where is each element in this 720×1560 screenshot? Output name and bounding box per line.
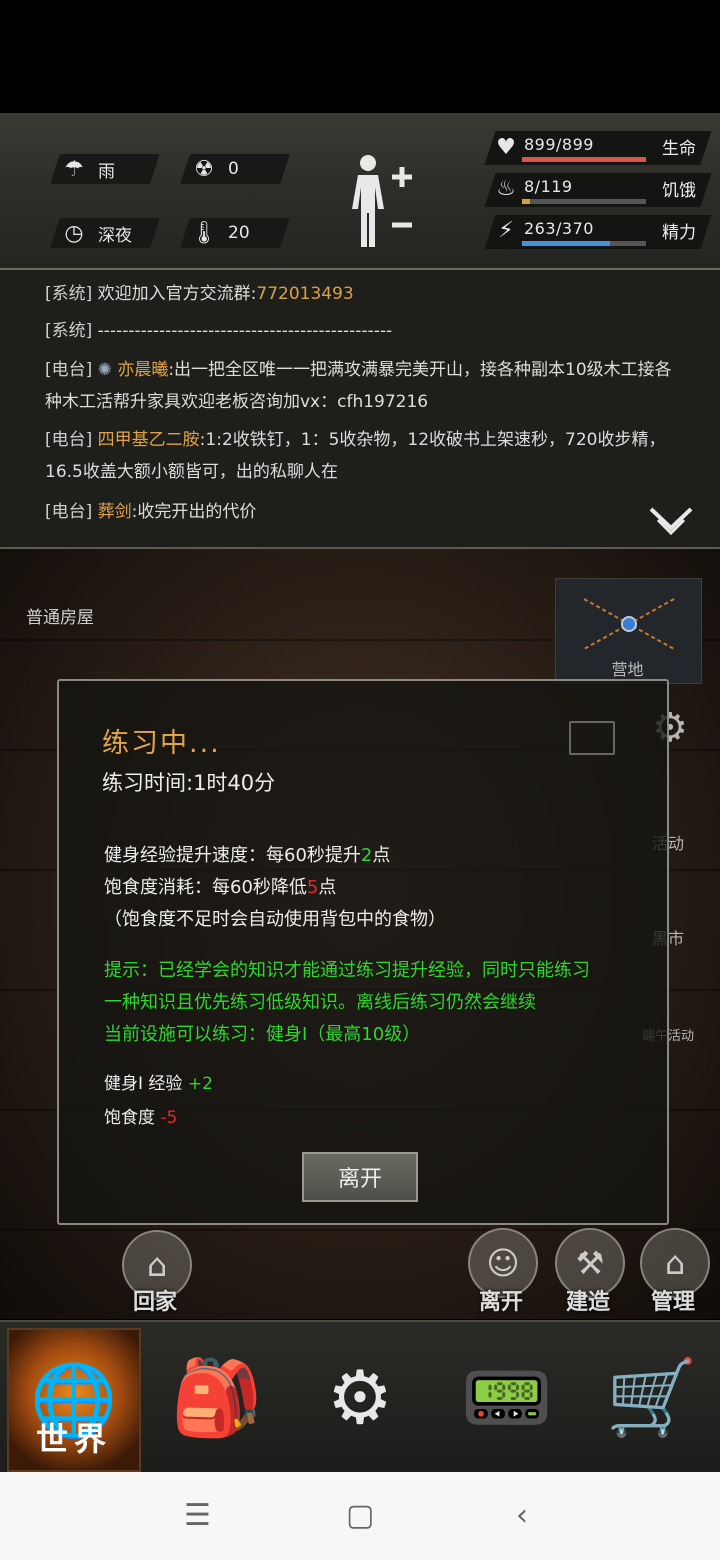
practice-dialog: 练习中... 练习时间:1时40分 健身经验提升速度：每60秒提升2点 饱食度消… <box>57 679 669 1225</box>
bottom-nav: 🌐 世界 🎒 ⚙ 📟 🛒 <box>0 1320 720 1474</box>
chat-message: [电台] 四甲基乙二胺:1:2收铁钉，1：5收杂物，12收破书上架速秒，720收… <box>45 430 666 482</box>
body-figure-icon <box>352 155 412 247</box>
health-value: 899/899 <box>524 135 594 154</box>
food-loss: 饱食度 -5 <box>104 1108 178 1128</box>
hint-line-3: 当前设施可以练习：健身Ⅰ（最高10级） <box>104 1024 421 1045</box>
home-square-icon[interactable]: ▢ <box>346 1498 374 1533</box>
health-bar <box>522 157 646 162</box>
expand-chat-button[interactable] <box>648 506 694 540</box>
stomach-icon: ♨ <box>496 176 516 201</box>
body-status-button[interactable] <box>348 151 416 251</box>
chat-message: [系统] -----------------------------------… <box>45 321 393 341</box>
energy-value: 263/370 <box>524 219 594 238</box>
house-icon: ⌂ <box>146 1246 168 1284</box>
chat-message: [系统] 欢迎加入官方交流群:772013493 <box>45 284 354 304</box>
radiation-indicator: ☢ 0 <box>190 154 239 184</box>
clock-icon: ◷ <box>64 220 84 246</box>
weather-indicator: ☂ 雨 <box>60 154 115 184</box>
menu-icon[interactable]: ☰ <box>184 1498 211 1533</box>
nav-world-label: 世界 <box>35 1420 112 1458</box>
chat-message: [电台] ✺ 亦晨曦:出一把全区唯一一把满攻满暴完美开山，接各种副本10级木工接… <box>45 360 672 412</box>
time-indicator: ◷ 深夜 <box>60 218 132 248</box>
manage-label: 管理 <box>651 1290 696 1315</box>
dialog-title: 练习中... <box>102 728 221 759</box>
leave-label: 离开 <box>479 1290 524 1315</box>
hunger-bar <box>522 199 646 204</box>
user-exit-icon: ☺ <box>486 1244 520 1282</box>
minimap-label: 营地 <box>611 660 644 679</box>
energy-bar <box>522 241 646 246</box>
practice-time: 练习时间:1时40分 <box>102 771 276 795</box>
chat-panel[interactable]: [系统] 欢迎加入官方交流群:772013493 [系统] ----------… <box>0 270 720 549</box>
heart-icon: ♥ <box>496 135 516 160</box>
nav-skills-tab[interactable]: ⚙ <box>295 1328 425 1468</box>
rain-cloud-icon: ☂ <box>64 156 84 182</box>
leave-button[interactable]: 离开 <box>302 1152 418 1202</box>
hunger-label: 饥饿 <box>662 181 696 201</box>
nav-radio-tab[interactable]: 📟 <box>442 1328 572 1468</box>
nav-shop-tab[interactable]: 🛒 <box>587 1328 717 1468</box>
shopping-cart-icon: 🛒 <box>605 1354 699 1441</box>
home-label: 回家 <box>133 1290 178 1315</box>
chevron-down-icon <box>649 507 693 536</box>
head-gears-icon: ⚙ <box>326 1355 394 1441</box>
nav-backpack-tab[interactable]: 🎒 <box>152 1328 282 1468</box>
build-label: 建造 <box>566 1290 611 1315</box>
group-number-link[interactable]: 772013493 <box>256 284 353 304</box>
walkie-talkie-icon: 📟 <box>460 1354 554 1441</box>
hunger-value: 8/119 <box>524 177 573 196</box>
backpack-icon: 🎒 <box>170 1354 264 1441</box>
chat-sender[interactable]: 亦晨曦 <box>117 360 168 380</box>
food-consumption-text: 饱食度消耗：每60秒降低5点 <box>104 877 337 898</box>
hammer-icon: ⚒ <box>575 1244 605 1282</box>
energy-icon: ⚡ <box>498 218 514 243</box>
system-nav-bar: ☰ ▢ ‹ <box>0 1472 720 1560</box>
location-name: 普通房屋 <box>26 608 94 628</box>
exp-rate-text: 健身经验提升速度：每60秒提升2点 <box>104 845 391 866</box>
chat-sender[interactable]: 葬剑 <box>98 502 132 522</box>
thermometer-icon: 🌡 <box>190 220 218 246</box>
exp-gain: 健身Ⅰ 经验 +2 <box>104 1074 213 1094</box>
nav-world-tab[interactable]: 🌐 世界 <box>7 1328 141 1472</box>
mail-icon[interactable] <box>569 721 615 755</box>
wolf-avatar-icon: ✺ <box>97 360 112 380</box>
energy-label: 精力 <box>662 223 696 243</box>
radiation-icon: ☢ <box>194 156 214 182</box>
food-note: （饱食度不足时会自动使用背包中的食物） <box>104 909 446 930</box>
back-icon[interactable]: ‹ <box>516 1498 528 1533</box>
house-gear-icon: ⌂ <box>664 1244 686 1282</box>
hint-line-1: 提示：已经学会的知识才能通过练习提升经验，同时只能练习 <box>104 960 590 981</box>
health-label: 生命 <box>662 139 696 159</box>
chat-sender[interactable]: 四甲基乙二胺 <box>98 430 200 450</box>
chat-message: [电台] 葬剑:收完开出的代价 <box>45 502 257 522</box>
status-panel: ☂ 雨 ☢ 0 ◷ 深夜 🌡 20 ♥ 899/899 生命 ♨ 8/119 饥… <box>0 113 720 270</box>
temperature-indicator: 🌡 20 <box>190 220 250 246</box>
hint-line-2: 一种知识且优先练习低级知识。离线后练习仍然会继续 <box>104 992 536 1013</box>
